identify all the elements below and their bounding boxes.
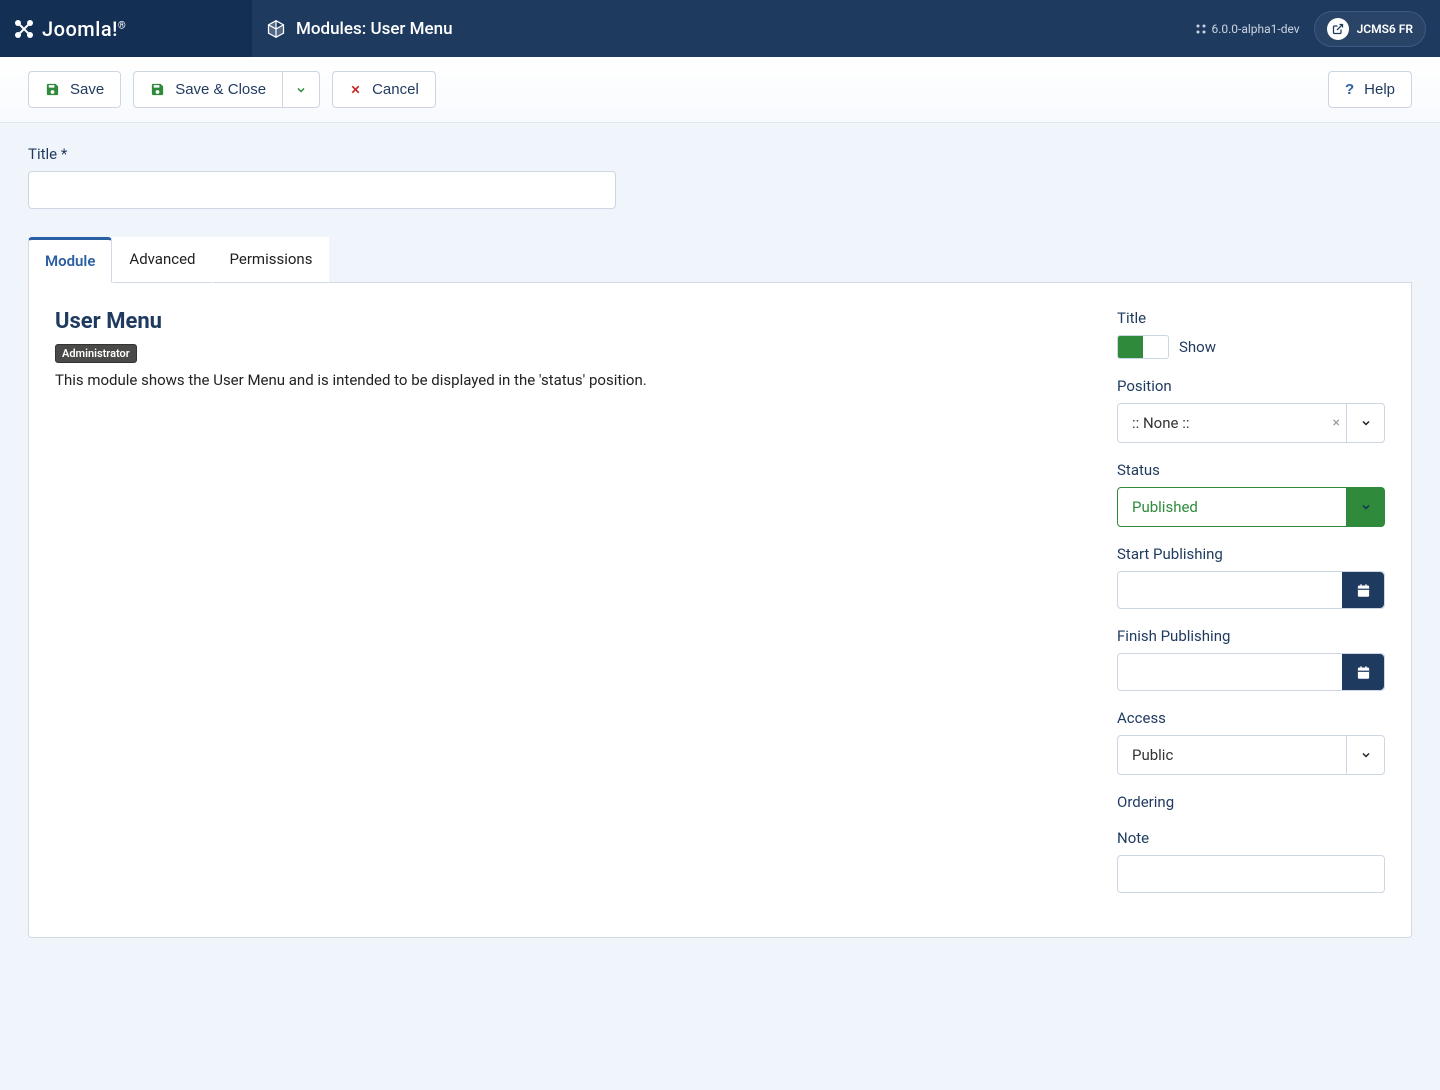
tab-permissions[interactable]: Permissions	[213, 237, 330, 283]
position-select[interactable]: :: None :: ×	[1117, 403, 1385, 443]
save-icon	[45, 82, 60, 97]
calendar-icon	[1356, 665, 1371, 680]
note-input[interactable]	[1117, 855, 1385, 893]
save-close-button[interactable]: Save & Close	[133, 71, 283, 108]
module-heading: User Menu	[55, 309, 1067, 334]
start-publishing-input[interactable]	[1118, 572, 1342, 608]
chevron-down-icon[interactable]	[1346, 488, 1384, 526]
chevron-down-icon	[295, 84, 307, 96]
help-button[interactable]: ? Help	[1328, 71, 1412, 108]
ordering-label: Ordering	[1117, 793, 1385, 811]
help-icon: ?	[1345, 81, 1354, 98]
brand-text: Joomla!®	[42, 17, 126, 41]
start-publishing-calendar-button[interactable]	[1342, 572, 1384, 608]
joomla-logo-icon	[12, 17, 36, 41]
finish-publishing-label: Finish Publishing	[1117, 627, 1385, 645]
version-text: 6.0.0-alpha1-dev	[1195, 22, 1299, 36]
toolbar: Save Save & Close Cancel ? Help	[0, 57, 1440, 123]
close-icon	[349, 83, 362, 96]
chevron-down-icon[interactable]	[1346, 736, 1384, 774]
page-title-area: Modules: User Menu	[252, 19, 1195, 39]
position-label: Position	[1117, 377, 1385, 395]
brand-area[interactable]: Joomla!®	[0, 0, 252, 57]
user-name: JCMS6 FR	[1357, 22, 1413, 36]
position-clear-icon[interactable]: ×	[1327, 415, 1346, 431]
save-close-dropdown-button[interactable]	[283, 71, 320, 108]
user-menu-button[interactable]: JCMS6 FR	[1314, 11, 1426, 47]
chevron-down-icon[interactable]	[1346, 404, 1384, 442]
cancel-button[interactable]: Cancel	[332, 71, 436, 108]
page-title: Modules: User Menu	[296, 19, 453, 39]
title-input[interactable]	[28, 171, 616, 209]
start-publishing-label: Start Publishing	[1117, 545, 1385, 563]
external-link-icon	[1327, 18, 1349, 40]
administrator-badge: Administrator	[55, 344, 137, 363]
finish-publishing-calendar-button[interactable]	[1342, 654, 1384, 690]
calendar-icon	[1356, 583, 1371, 598]
cube-icon	[266, 19, 286, 39]
save-icon	[150, 82, 165, 97]
tab-panel: User Menu Administrator This module show…	[28, 283, 1412, 938]
title-toggle-label: Show	[1179, 338, 1216, 356]
header: Joomla!® Modules: User Menu 6.0.0-alpha1…	[0, 0, 1440, 57]
joomla-small-icon	[1195, 23, 1207, 35]
status-label: Status	[1117, 461, 1385, 479]
tabs: Module Advanced Permissions	[28, 237, 1412, 283]
module-description: This module shows the User Menu and is i…	[55, 371, 1067, 389]
save-close-group: Save & Close	[133, 71, 320, 108]
finish-publishing-input[interactable]	[1118, 654, 1342, 690]
tab-module[interactable]: Module	[28, 237, 112, 283]
save-button[interactable]: Save	[28, 71, 121, 108]
status-select[interactable]: Published	[1117, 487, 1385, 527]
title-label: Title *	[28, 145, 1412, 163]
title-toggle[interactable]	[1117, 335, 1169, 359]
note-label: Note	[1117, 829, 1385, 847]
access-label: Access	[1117, 709, 1385, 727]
access-select[interactable]: Public	[1117, 735, 1385, 775]
side-title-label: Title	[1117, 309, 1385, 327]
tab-advanced[interactable]: Advanced	[112, 237, 212, 283]
